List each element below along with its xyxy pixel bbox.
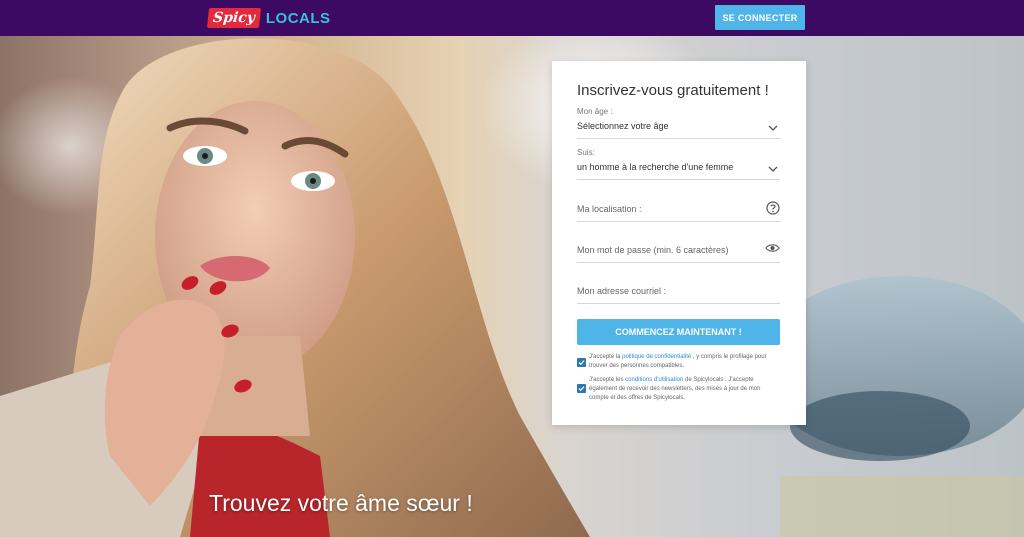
form-title: Inscrivez-vous gratuitement ! <box>577 82 769 99</box>
suis-value: un homme à la recherche d'une femme <box>577 162 734 172</box>
hero-banner: Trouvez votre âme sœur ! <box>0 36 1024 537</box>
age-select[interactable]: Mon âge : Sélectionnez votre âge <box>577 106 780 139</box>
eye-icon[interactable] <box>765 243 780 253</box>
email-placeholder: Mon adresse courriel : <box>577 286 667 296</box>
age-label: Mon âge : <box>577 107 613 116</box>
login-button[interactable]: SE CONNECTER <box>715 5 805 30</box>
privacy-text-before: J'accepte la <box>589 354 623 360</box>
privacy-consent-row: J'accepte la politique de confidentialit… <box>577 353 780 373</box>
top-navbar: Spicy LOCALS SE CONNECTER <box>0 0 1024 36</box>
suis-label: Suis: <box>577 148 595 157</box>
privacy-checkbox[interactable] <box>577 358 586 367</box>
start-now-button[interactable]: COMMENCEZ MAINTENANT ! <box>577 319 780 345</box>
logo-locals-text: LOCALS <box>265 9 331 27</box>
privacy-policy-link[interactable]: politique de confidentialité <box>622 354 691 360</box>
signup-form-card: Inscrivez-vous gratuitement ! Mon âge : … <box>552 61 806 425</box>
check-icon <box>578 386 585 392</box>
terms-checkbox[interactable] <box>577 384 586 393</box>
terms-text-before: J'accepte les <box>589 377 626 383</box>
help-circle-icon[interactable] <box>766 201 780 215</box>
logo-spicy-text: Spicy <box>206 8 261 28</box>
gender-seeking-select[interactable]: Suis: un homme à la recherche d'une femm… <box>577 147 780 180</box>
terms-consent-text: J'accepte les conditions d'utilisation d… <box>589 376 781 403</box>
check-icon <box>578 360 585 366</box>
location-placeholder: Ma localisation : <box>577 204 642 214</box>
hero-photo-woman <box>0 36 1024 537</box>
chevron-down-icon <box>768 166 778 172</box>
terms-of-use-link[interactable]: conditions d'utilisation <box>625 377 683 383</box>
location-input[interactable]: Ma localisation : <box>577 196 780 222</box>
age-value: Sélectionnez votre âge <box>577 121 669 131</box>
privacy-consent-text: J'accepte la politique de confidentialit… <box>589 353 781 371</box>
password-placeholder: Mon mot de passe (min. 6 caractères) <box>577 245 729 255</box>
spicy-locals-logo[interactable]: Spicy LOCALS <box>206 7 331 29</box>
hero-headline: Trouvez votre âme sœur ! <box>209 490 473 516</box>
password-input[interactable]: Mon mot de passe (min. 6 caractères) <box>577 237 780 263</box>
chevron-down-icon <box>768 125 778 131</box>
email-input[interactable]: Mon adresse courriel : <box>577 278 780 304</box>
terms-consent-row: J'accepte les conditions d'utilisation d… <box>577 376 780 404</box>
